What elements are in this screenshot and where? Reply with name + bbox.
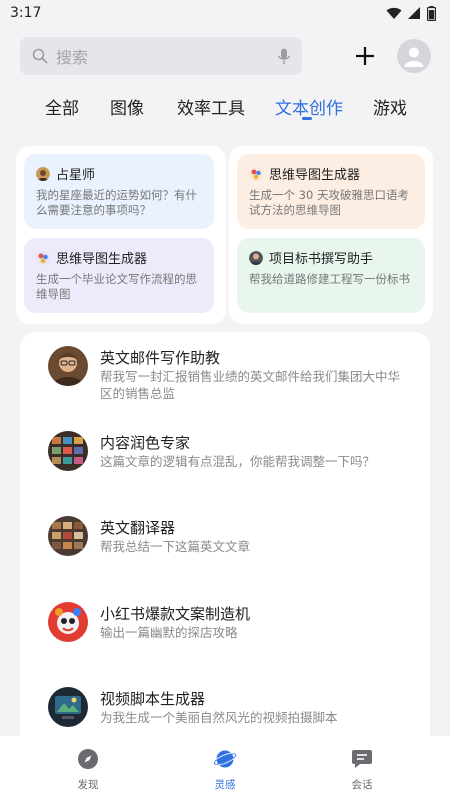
active-tab-indicator: [302, 117, 312, 120]
profile-avatar[interactable]: [397, 39, 431, 73]
prompt-card-title: 思维导图生成器: [56, 252, 148, 267]
planet-icon: [212, 750, 238, 768]
prompt-card[interactable]: 占星师 我的星座最近的运势如何？有什么需要注意的事项吗？: [24, 154, 214, 229]
prompt-card[interactable]: 项目标书撰写助手 帮我给道路修建工程写一份标书: [237, 238, 425, 313]
list-item-desc: 这篇文章的逻辑有点混乱，你能帮我调整一下吗？: [100, 454, 376, 469]
portrait-avatar-icon: [48, 346, 88, 386]
proposal-assistant-avatar-icon: [249, 250, 263, 265]
nav-inspiration[interactable]: 灵感: [195, 748, 255, 792]
microphone-icon[interactable]: [278, 48, 290, 65]
list-item[interactable]: 英文邮件写作助教 帮我写一封汇报销售业绩的英文邮件给我们集团大中华区的销售总监: [48, 346, 418, 406]
prompt-card[interactable]: 思维导图生成器 生成一个 30 天攻破雅思口语考试方法的思维导图: [237, 154, 425, 229]
prompt-card-desc: 我的星座最近的运势如何？有什么需要注意的事项吗？: [36, 188, 197, 217]
tab-text-creation[interactable]: 文本创作: [275, 94, 343, 119]
prompt-card-column-left: 占星师 我的星座最近的运势如何？有什么需要注意的事项吗？ 思维导图生成器 生成一…: [16, 146, 226, 324]
prompt-card-title: 占星师: [56, 168, 96, 183]
mindmap-avatar-icon: [249, 166, 263, 181]
list-item-desc: 输出一篇幽默的探店攻略: [100, 625, 238, 640]
battery-icon: [427, 5, 436, 21]
bottom-nav: 发现 灵感 会话: [0, 736, 450, 799]
prompt-card-desc: 生成一个 30 天攻破雅思口语考试方法的思维导图: [249, 188, 409, 217]
create-button[interactable]: [348, 39, 382, 73]
user-icon: [404, 47, 424, 67]
list-item[interactable]: 视频脚本生成器 为我生成一个美丽自然风光的视频拍摄脚本: [48, 687, 418, 737]
nav-discover[interactable]: 发现: [58, 748, 118, 792]
nav-chat[interactable]: 会话: [332, 748, 392, 792]
mindmap-avatar-icon: [36, 250, 50, 265]
nav-label: 发现: [77, 779, 99, 791]
astrologer-avatar-icon: [36, 166, 50, 181]
nav-label: 会话: [351, 779, 373, 791]
prompt-card-title: 项目标书撰写助手: [269, 252, 374, 267]
cellular-icon: [408, 6, 420, 19]
list-item-desc: 帮我写一封汇报销售业绩的英文邮件给我们集团大中华区的销售总监: [100, 369, 401, 401]
prompt-card-title: 思维导图生成器: [269, 168, 361, 183]
plus-icon: [356, 47, 374, 65]
list-item-title: 英文邮件写作助教: [100, 349, 221, 367]
list-item-title: 视频脚本生成器: [100, 690, 206, 708]
tv-grid-avatar-icon: [48, 431, 88, 471]
search-placeholder: 搜索: [56, 48, 89, 67]
prompt-card-column-right: 思维导图生成器 生成一个 30 天攻破雅思口语考试方法的思维导图 项目标书撰写助…: [229, 146, 433, 324]
search-icon: [32, 48, 48, 64]
list-item-title: 英文翻译器: [100, 519, 176, 537]
search-bar[interactable]: 搜索: [20, 37, 302, 75]
prompt-card-desc: 帮我给道路修建工程写一份标书: [249, 272, 410, 286]
tab-games[interactable]: 游戏: [373, 94, 407, 119]
tab-image[interactable]: 图像: [110, 94, 144, 119]
chat-bubble-icon: [352, 750, 372, 768]
bot-list: 英文邮件写作助教 帮我写一封汇报销售业绩的英文邮件给我们集团大中华区的销售总监 …: [20, 332, 430, 742]
status-icons: [386, 5, 436, 21]
top-bar: 搜索: [20, 37, 432, 75]
nav-label: 灵感: [214, 779, 236, 791]
list-item-desc: 帮我总结一下这篇英文文章: [100, 539, 251, 554]
list-item-desc: 为我生成一个美丽自然风光的视频拍摄脚本: [100, 710, 338, 725]
category-tabs: 全部 图像 效率工具 文本创作 游戏: [0, 94, 450, 124]
status-time: 3:17: [10, 5, 42, 21]
status-bar: 3:17: [0, 0, 450, 26]
prompt-cards: 占星师 我的星座最近的运势如何？有什么需要注意的事项吗？ 思维导图生成器 生成一…: [0, 146, 450, 324]
list-item-title: 小红书爆款文案制造机: [100, 605, 251, 623]
tab-productivity[interactable]: 效率工具: [177, 94, 245, 119]
red-mascot-avatar-icon: [48, 602, 88, 642]
tab-all[interactable]: 全部: [45, 94, 79, 119]
prompt-card[interactable]: 思维导图生成器 生成一个毕业论文写作流程的思维导图: [24, 238, 214, 313]
screen-avatar-icon: [48, 687, 88, 727]
list-item[interactable]: 英文翻译器 帮我总结一下这篇英文文章: [48, 516, 418, 566]
list-item-title: 内容润色专家: [100, 434, 191, 452]
compass-icon: [78, 749, 98, 769]
book-grid-avatar-icon: [48, 516, 88, 556]
list-item[interactable]: 内容润色专家 这篇文章的逻辑有点混乱，你能帮我调整一下吗？: [48, 431, 418, 481]
wifi-icon: [386, 7, 402, 19]
prompt-card-desc: 生成一个毕业论文写作流程的思维导图: [36, 272, 197, 301]
list-item[interactable]: 小红书爆款文案制造机 输出一篇幽默的探店攻略: [48, 602, 418, 652]
